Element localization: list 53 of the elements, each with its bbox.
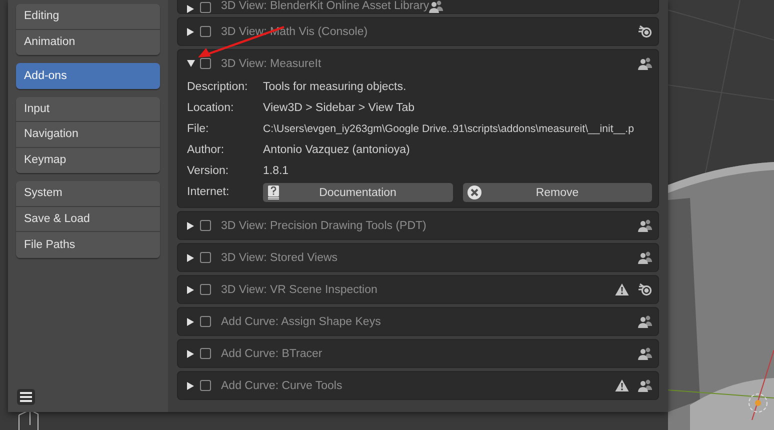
field-label: Location: bbox=[187, 101, 235, 116]
users-icon bbox=[638, 57, 652, 70]
checkbox[interactable] bbox=[200, 348, 211, 359]
sidebar-item[interactable]: System bbox=[16, 181, 160, 206]
checkbox[interactable] bbox=[200, 380, 211, 391]
addon-name: 3D View: Precision Drawing Tools (PDT) bbox=[221, 220, 428, 232]
field-value: Tools for measuring objects. bbox=[263, 80, 408, 95]
users-icon bbox=[638, 315, 652, 328]
sidebar-item[interactable]: Keymap bbox=[16, 148, 160, 173]
checkbox[interactable] bbox=[200, 58, 211, 69]
sidebar-item[interactable]: Animation bbox=[16, 30, 160, 55]
sidebar-item[interactable]: Add-ons bbox=[16, 63, 160, 88]
remove-button[interactable]: Remove bbox=[462, 183, 652, 202]
field-label: Description: bbox=[187, 80, 249, 95]
help-icon bbox=[267, 185, 280, 200]
sidebar-item[interactable]: File Paths bbox=[16, 232, 160, 258]
checkbox[interactable] bbox=[200, 284, 211, 295]
addon-name: 3D View: Stored Views bbox=[221, 252, 339, 264]
sidebar-item[interactable]: Save & Load bbox=[16, 206, 160, 232]
documentation-button[interactable]: Documentation bbox=[263, 183, 452, 202]
users-icon bbox=[429, 0, 444, 13]
field-value: Antonio Vazquez (antonioya) bbox=[263, 143, 411, 158]
checkbox[interactable] bbox=[200, 220, 211, 231]
users-icon bbox=[638, 251, 652, 264]
checkbox[interactable] bbox=[200, 316, 211, 327]
addon-name: Add Curve: Assign Shape Keys bbox=[221, 316, 382, 328]
close-circle-icon bbox=[466, 185, 482, 200]
field-value: View3D > Sidebar > View Tab bbox=[263, 101, 416, 116]
field-label: File: bbox=[187, 122, 210, 137]
field-value: C:\Users\evgen_iy263gm\Google Drive..91\scripts\addons\measureit\__init__.p bbox=[263, 122, 635, 137]
checkbox[interactable] bbox=[200, 252, 211, 263]
sidebar-item[interactable]: Input bbox=[16, 96, 160, 122]
addon-name: 3D View: MeasureIt bbox=[221, 58, 322, 70]
addon-name: Add Curve: Curve Tools bbox=[221, 380, 344, 392]
users-icon bbox=[638, 379, 652, 392]
addon-name: Add Curve: BTracer bbox=[221, 348, 324, 360]
blender-logo-icon bbox=[638, 25, 652, 38]
sidebar-item[interactable]: Editing bbox=[16, 4, 160, 30]
field-label: Internet: bbox=[187, 185, 230, 200]
menu-icon[interactable] bbox=[17, 389, 35, 405]
warning-icon bbox=[615, 379, 629, 392]
sidebar-item[interactable]: Navigation bbox=[16, 122, 160, 148]
addon-name: 3D View: VR Scene Inspection bbox=[221, 284, 378, 296]
field-value: 1.8.1 bbox=[263, 164, 290, 179]
checkbox[interactable] bbox=[200, 2, 211, 13]
users-icon bbox=[638, 347, 652, 360]
addon-name: 3D View: BlenderKit Online Asset Library bbox=[221, 0, 430, 13]
checkbox[interactable] bbox=[200, 26, 211, 37]
field-label: Author: bbox=[187, 143, 226, 158]
blender-logo-icon bbox=[638, 283, 652, 296]
users-icon bbox=[638, 219, 652, 232]
warning-icon bbox=[615, 283, 629, 296]
field-label: Version: bbox=[187, 164, 230, 179]
